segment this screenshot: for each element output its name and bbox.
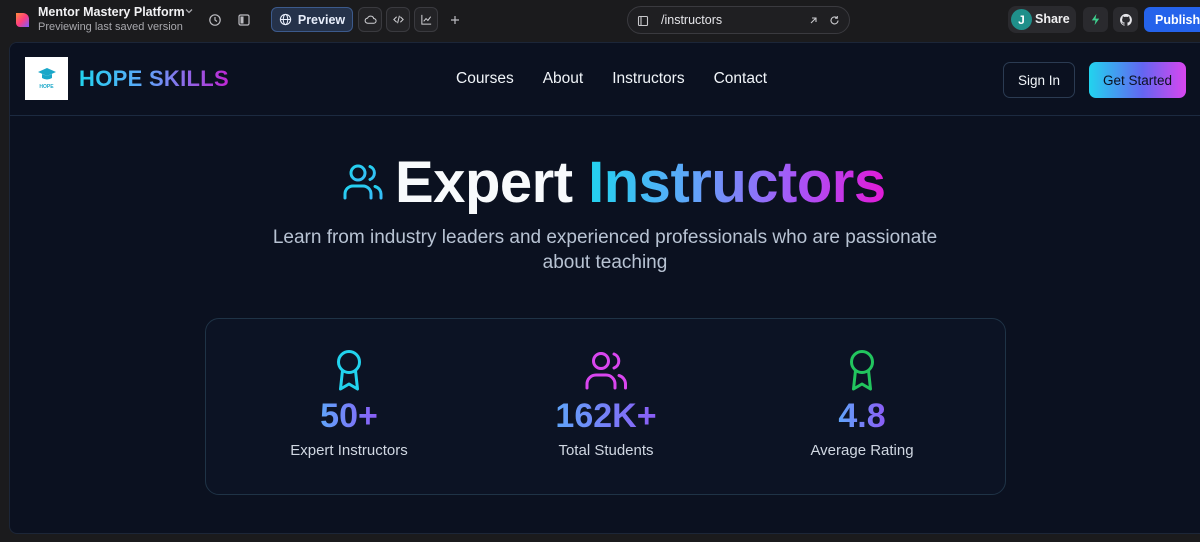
- open-external-icon[interactable]: [808, 15, 819, 26]
- page-title-part1: Expert: [395, 150, 573, 215]
- site-navbar: HOPE HOPE SKILLS Courses About Instructo…: [10, 43, 1200, 116]
- bolt-icon: [1091, 13, 1100, 26]
- avatar[interactable]: J: [1011, 9, 1032, 30]
- app-logo-icon: [16, 13, 29, 27]
- stat-value: 4.8: [838, 397, 886, 435]
- get-started-button[interactable]: Get Started: [1089, 62, 1186, 98]
- stat-students: 162K+ Total Students: [506, 349, 706, 459]
- preview-frame: HOPE HOPE SKILLS Courses About Instructo…: [9, 42, 1200, 534]
- code-button[interactable]: [386, 7, 410, 32]
- stat-value: 50+: [320, 397, 378, 435]
- sign-in-button[interactable]: Sign In: [1003, 62, 1075, 98]
- history-icon[interactable]: [206, 11, 224, 29]
- nav-link-courses[interactable]: Courses: [456, 70, 514, 88]
- refresh-icon[interactable]: [829, 15, 840, 26]
- award-icon: [850, 350, 874, 391]
- share-button[interactable]: J Share: [1008, 6, 1076, 33]
- stat-rating: 4.8 Average Rating: [762, 349, 962, 459]
- preview-button[interactable]: Preview: [271, 7, 353, 32]
- page-title-part2: Instructors: [588, 150, 886, 215]
- chart-line-icon: [420, 14, 431, 25]
- project-subtitle: Previewing last saved version: [38, 21, 183, 33]
- nav-link-contact[interactable]: Contact: [714, 70, 767, 88]
- url-path[interactable]: /instructors: [661, 13, 722, 27]
- brand-logo-text: HOPE: [39, 84, 54, 90]
- nav-link-about[interactable]: About: [543, 70, 584, 88]
- brand-logo[interactable]: HOPE: [25, 57, 68, 100]
- preview-label: Preview: [297, 12, 346, 27]
- stats-card: 50+ Expert Instructors 162K+ Total Stude…: [205, 318, 1006, 495]
- page-icon: [637, 15, 649, 27]
- supabase-button[interactable]: [1083, 7, 1108, 32]
- add-icon[interactable]: [446, 11, 464, 29]
- github-button[interactable]: [1113, 7, 1138, 32]
- nav-links: Courses About Instructors Contact: [456, 70, 767, 88]
- project-title[interactable]: Mentor Mastery Platform: [38, 5, 185, 19]
- page-subtitle: Learn from industry leaders and experien…: [272, 227, 938, 273]
- page-title: Expert Instructors: [395, 149, 886, 216]
- chevron-down-icon[interactable]: [183, 5, 195, 17]
- editor-toolbar: Mentor Mastery Platform Previewing last …: [0, 0, 1200, 40]
- cloud-icon: [364, 15, 377, 24]
- brand-name[interactable]: HOPE SKILLS: [79, 66, 229, 92]
- award-icon: [337, 350, 361, 391]
- github-icon: [1119, 13, 1132, 26]
- code-icon: [392, 15, 404, 24]
- stat-instructors: 50+ Expert Instructors: [249, 349, 449, 459]
- users-icon: [585, 352, 627, 390]
- globe-icon: [279, 13, 292, 26]
- publish-button[interactable]: Publish: [1144, 7, 1200, 32]
- nav-link-instructors[interactable]: Instructors: [612, 70, 684, 88]
- stat-label: Average Rating: [810, 442, 914, 459]
- stat-label: Total Students: [558, 442, 654, 459]
- analytics-button[interactable]: [414, 7, 438, 32]
- sidebar-toggle-icon[interactable]: [235, 11, 253, 29]
- stat-value: 162K+: [555, 397, 657, 435]
- cloud-button[interactable]: [358, 7, 382, 32]
- graduation-cap-icon: [37, 68, 56, 80]
- users-icon: [343, 164, 383, 200]
- stat-label: Expert Instructors: [290, 442, 408, 459]
- url-bar[interactable]: /instructors: [627, 6, 850, 34]
- share-label: Share: [1035, 12, 1070, 26]
